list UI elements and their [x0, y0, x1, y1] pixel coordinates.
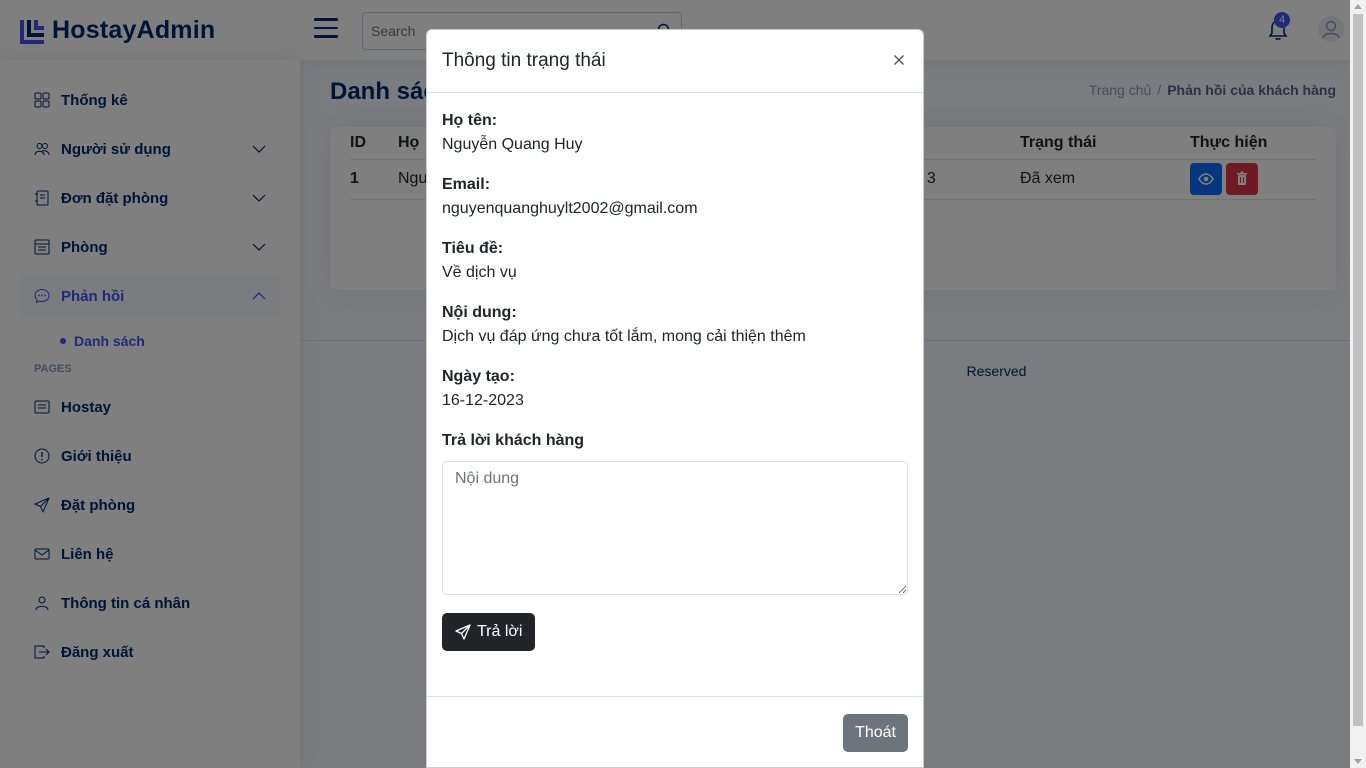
scrollbar-thumb[interactable] — [1353, 14, 1363, 726]
field-label: Email: — [442, 176, 491, 193]
field-subject: Tiêu đề: Về dịch vụ — [442, 237, 908, 285]
field-full-name: Họ tên: Nguyễn Quang Huy — [442, 109, 908, 157]
reply-label: Trả lời khách hàng — [442, 432, 585, 449]
field-label: Ngày tạo: — [442, 368, 515, 385]
send-icon — [455, 624, 471, 640]
field-value: Nguyễn Quang Huy — [442, 136, 583, 153]
reply-button[interactable]: Trả lời — [442, 613, 536, 651]
field-value: Về dịch vụ — [442, 264, 517, 281]
field-label: Tiêu đề: — [442, 240, 504, 257]
feedback-detail-modal: Thông tin trạng thái Họ tên: Nguyễn Quan… — [426, 29, 924, 768]
page-scrollbar[interactable] — [1350, 0, 1366, 768]
scroll-down-arrow-icon[interactable] — [1354, 759, 1362, 764]
reply-button-label: Trả lời — [477, 623, 523, 640]
modal-header: Thông tin trạng thái — [427, 30, 923, 93]
close-icon[interactable] — [893, 54, 905, 66]
field-email: Email: nguyenquanghuylt2002@gmail.com — [442, 173, 908, 221]
scroll-up-arrow-icon[interactable] — [1354, 4, 1362, 9]
field-content: Nội dung: Dịch vụ đáp ứng chưa tốt lắm, … — [442, 301, 908, 349]
modal-body: Họ tên: Nguyễn Quang Huy Email: nguyenqu… — [427, 93, 923, 651]
modal-title: Thông tin trạng thái — [442, 50, 606, 71]
field-label: Nội dung: — [442, 304, 517, 321]
reply-textarea[interactable] — [442, 461, 908, 595]
field-created-date: Ngày tạo: 16-12-2023 — [442, 365, 908, 413]
field-label: Họ tên: — [442, 112, 498, 129]
field-value: nguyenquanghuylt2002@gmail.com — [442, 200, 698, 217]
exit-button[interactable]: Thoát — [843, 714, 908, 752]
field-value: Dịch vụ đáp ứng chưa tốt lắm, mong cải t… — [442, 328, 806, 345]
field-value: 16-12-2023 — [442, 392, 524, 409]
modal-footer: Thoát — [427, 696, 923, 768]
